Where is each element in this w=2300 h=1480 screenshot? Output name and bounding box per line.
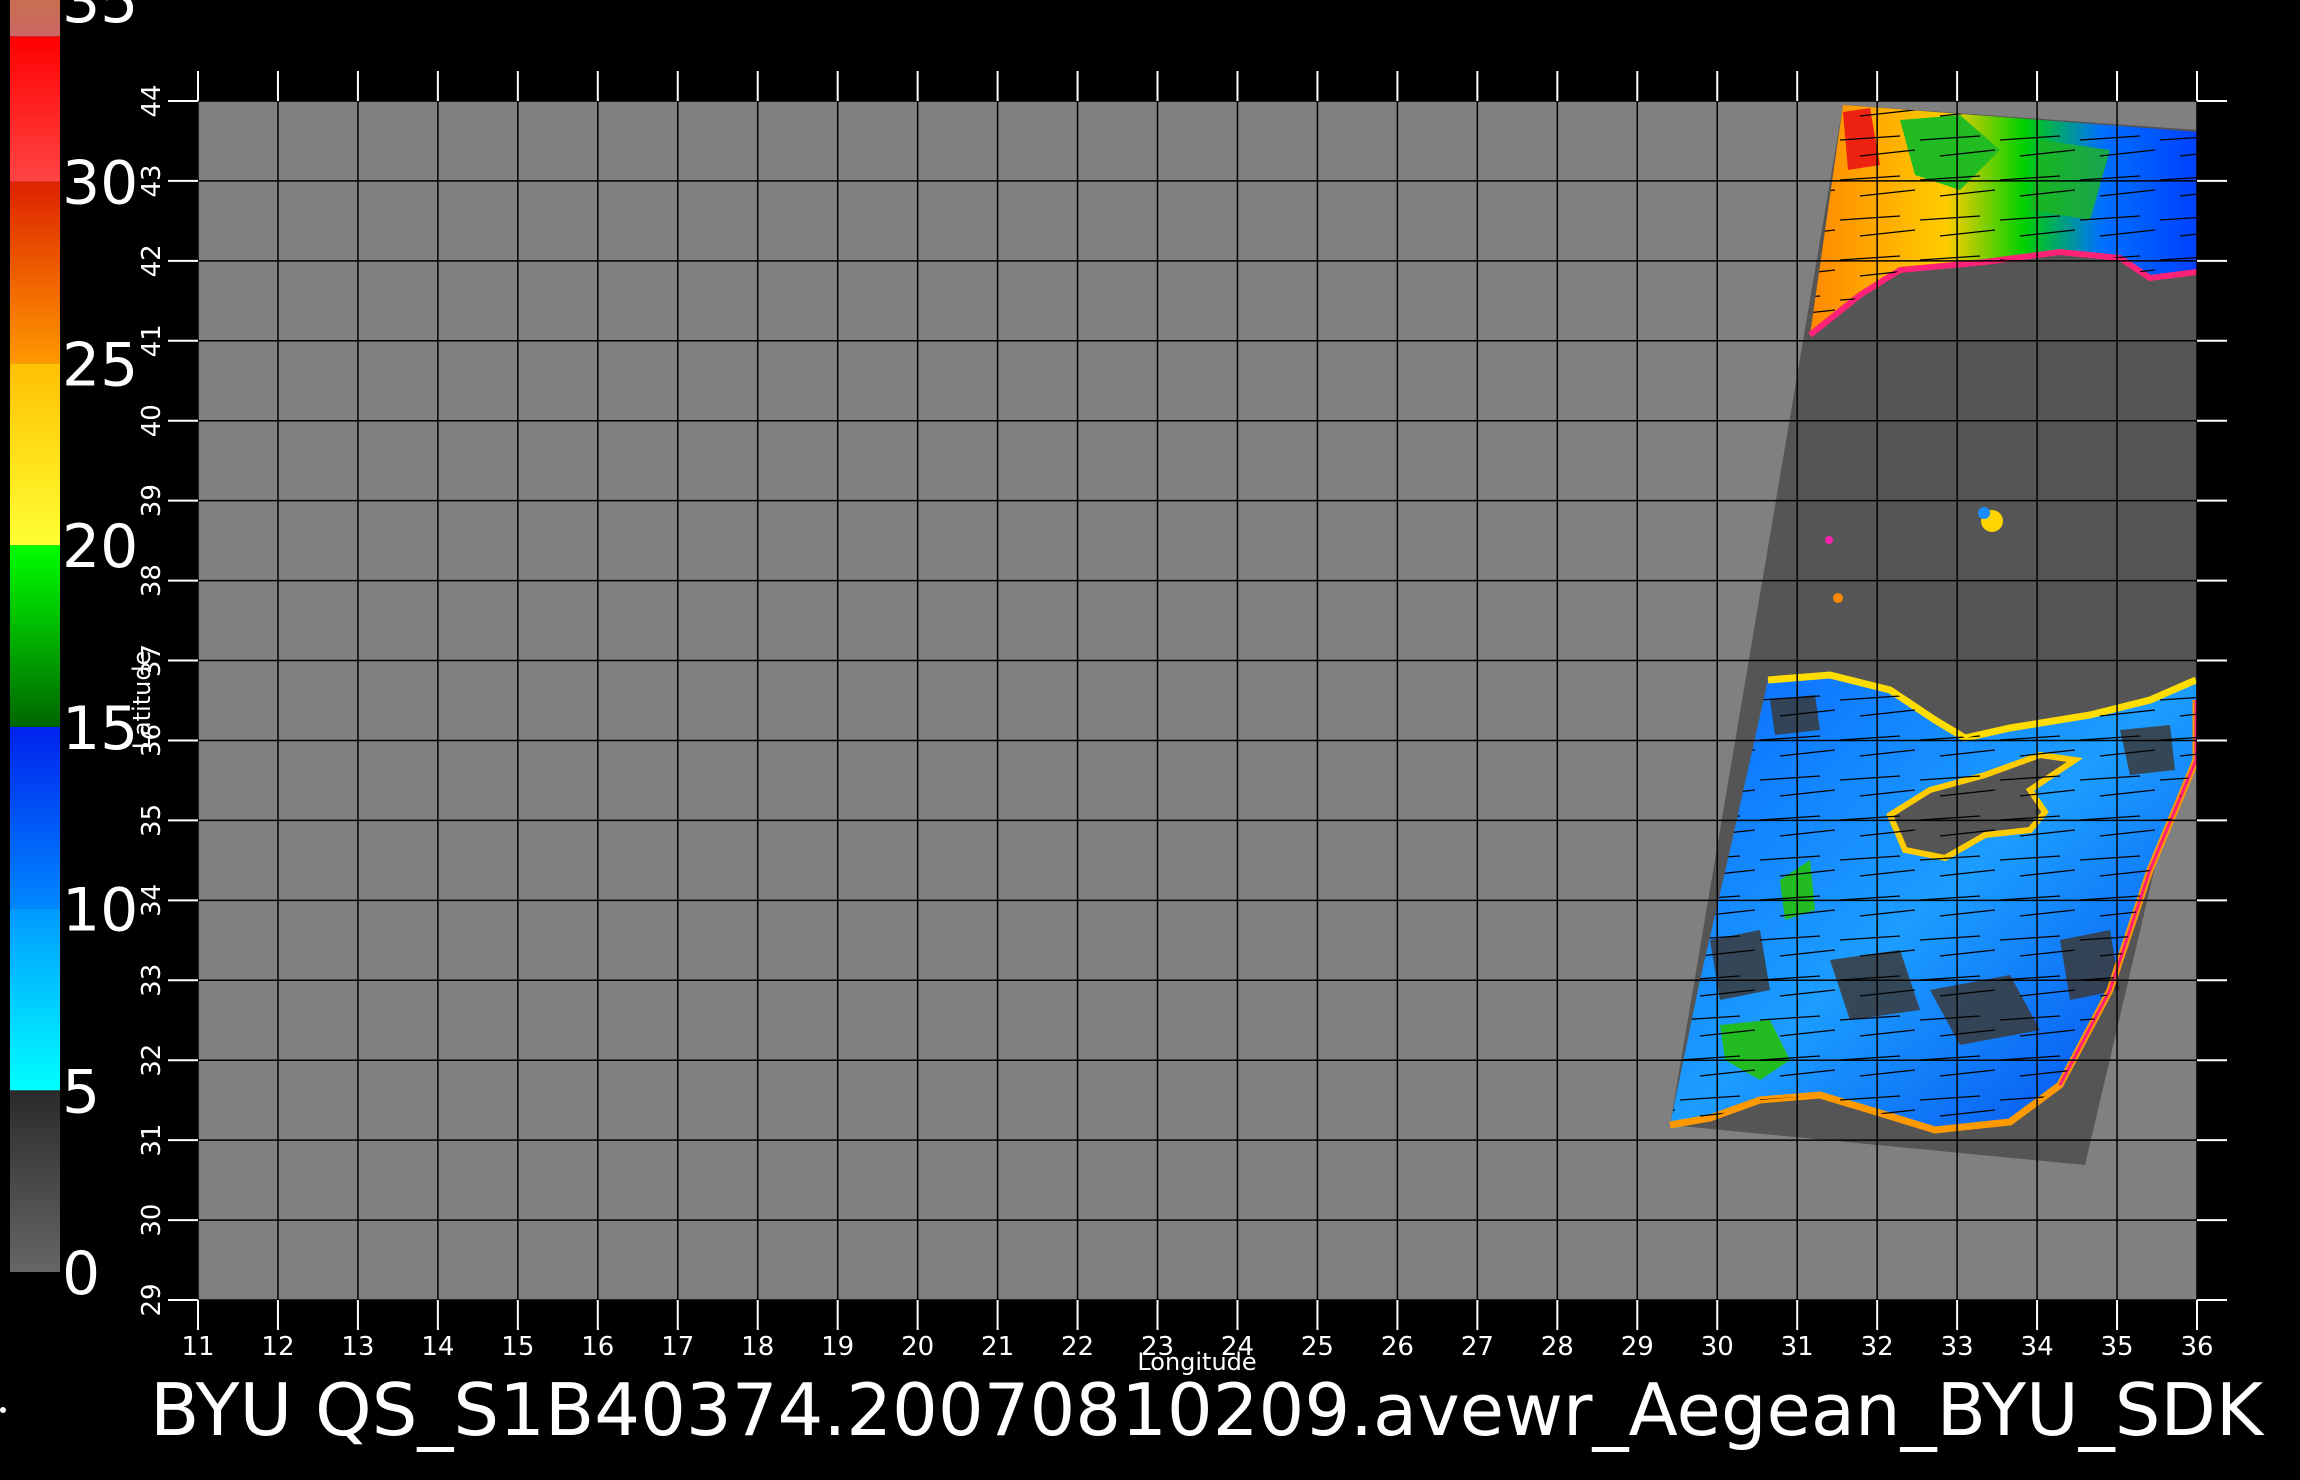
colorbar-label: 5 [62, 1057, 100, 1127]
lon-tick-label: 35 [2100, 1332, 2133, 1362]
lat-tick-label: 31 [137, 1124, 167, 1157]
lon-tick-label: 25 [1301, 1332, 1334, 1362]
lon-tick-label: 11 [181, 1332, 214, 1362]
lake-feature [1833, 593, 1843, 603]
lat-tick-label: 32 [137, 1044, 167, 1077]
colorbar-segment [10, 726, 60, 909]
lon-tick-label: 14 [421, 1332, 454, 1362]
lat-tick-label: 29 [137, 1283, 167, 1316]
lon-tick-label: 30 [1701, 1332, 1734, 1362]
lon-tick-label: 31 [1781, 1332, 1814, 1362]
lake-feature [1825, 536, 1833, 544]
lon-tick-label: 15 [501, 1332, 534, 1362]
colorbar-segment [10, 0, 60, 37]
lat-tick-label: 33 [137, 964, 167, 997]
lon-tick-label: 36 [2180, 1332, 2213, 1362]
colorbar-label: 30 [62, 149, 138, 219]
lon-tick-label: 26 [1381, 1332, 1414, 1362]
lon-tick-label: 12 [261, 1332, 294, 1362]
y-axis-label: Latitude [128, 651, 156, 750]
lat-tick-label: 41 [137, 324, 167, 357]
lon-tick-label: 33 [1941, 1332, 1974, 1362]
lon-tick-label: 18 [741, 1332, 774, 1362]
colorbar-segment [10, 36, 60, 182]
lon-tick-label: 28 [1541, 1332, 1574, 1362]
lon-tick-label: 16 [581, 1332, 614, 1362]
lat-tick-label: 39 [137, 484, 167, 517]
colorbar-label: 0 [62, 1239, 100, 1309]
colorbar [10, 0, 60, 1272]
lon-tick-label: 21 [981, 1332, 1014, 1362]
lon-tick-label: 34 [2021, 1332, 2054, 1362]
colorbar-label: 25 [62, 330, 138, 400]
colorbar-segment [10, 1090, 60, 1272]
lon-tick-label: 20 [901, 1332, 934, 1362]
colorbar-segment [10, 363, 60, 546]
lon-tick-label: 19 [821, 1332, 854, 1362]
lon-tick-label: 27 [1461, 1332, 1494, 1362]
colorbar-segment [10, 545, 60, 727]
colorbar-segment [10, 181, 60, 364]
map-plot: 11 12 13 14 15 16 17 18 19 20 21 22 23 24 25 26 27 28 29 30… [128, 71, 2227, 1376]
wind-map-figure: 35 30 25 20 15 10 5 0 11 12 13 14 15 16 17 18 1… [0, 0, 2265, 1452]
lake-feature [1978, 507, 1990, 519]
lon-tick-label: 29 [1621, 1332, 1654, 1362]
colorbar-label: 20 [62, 512, 138, 582]
lat-tick-label: 30 [137, 1204, 167, 1237]
lat-tick-label: 40 [137, 404, 167, 437]
lat-tick-label: 44 [137, 84, 167, 117]
colorbar-label: 35 [62, 0, 138, 37]
lon-tick-label: 13 [341, 1332, 374, 1362]
colorbar-segment [10, 908, 60, 1091]
lat-tick-label: 34 [137, 884, 167, 917]
colorbar-label: 15 [62, 694, 138, 764]
lat-tick-label: 35 [137, 804, 167, 837]
product-caption: BYU QS_S1B40374.20070810209.avewr_Aegean… [150, 1368, 2265, 1452]
lon-tick-label: 17 [661, 1332, 694, 1362]
lon-tick-label: 32 [1861, 1332, 1894, 1362]
lat-tick-label: 38 [137, 564, 167, 597]
lon-tick-label: 22 [1061, 1332, 1094, 1362]
lat-tick-label: 42 [137, 244, 167, 277]
lat-tick-label: 43 [137, 164, 167, 197]
colorbar-labels: 35 30 25 20 15 10 5 0 [62, 0, 138, 1309]
caption-bullet [0, 1407, 6, 1413]
colorbar-label: 10 [62, 876, 138, 946]
